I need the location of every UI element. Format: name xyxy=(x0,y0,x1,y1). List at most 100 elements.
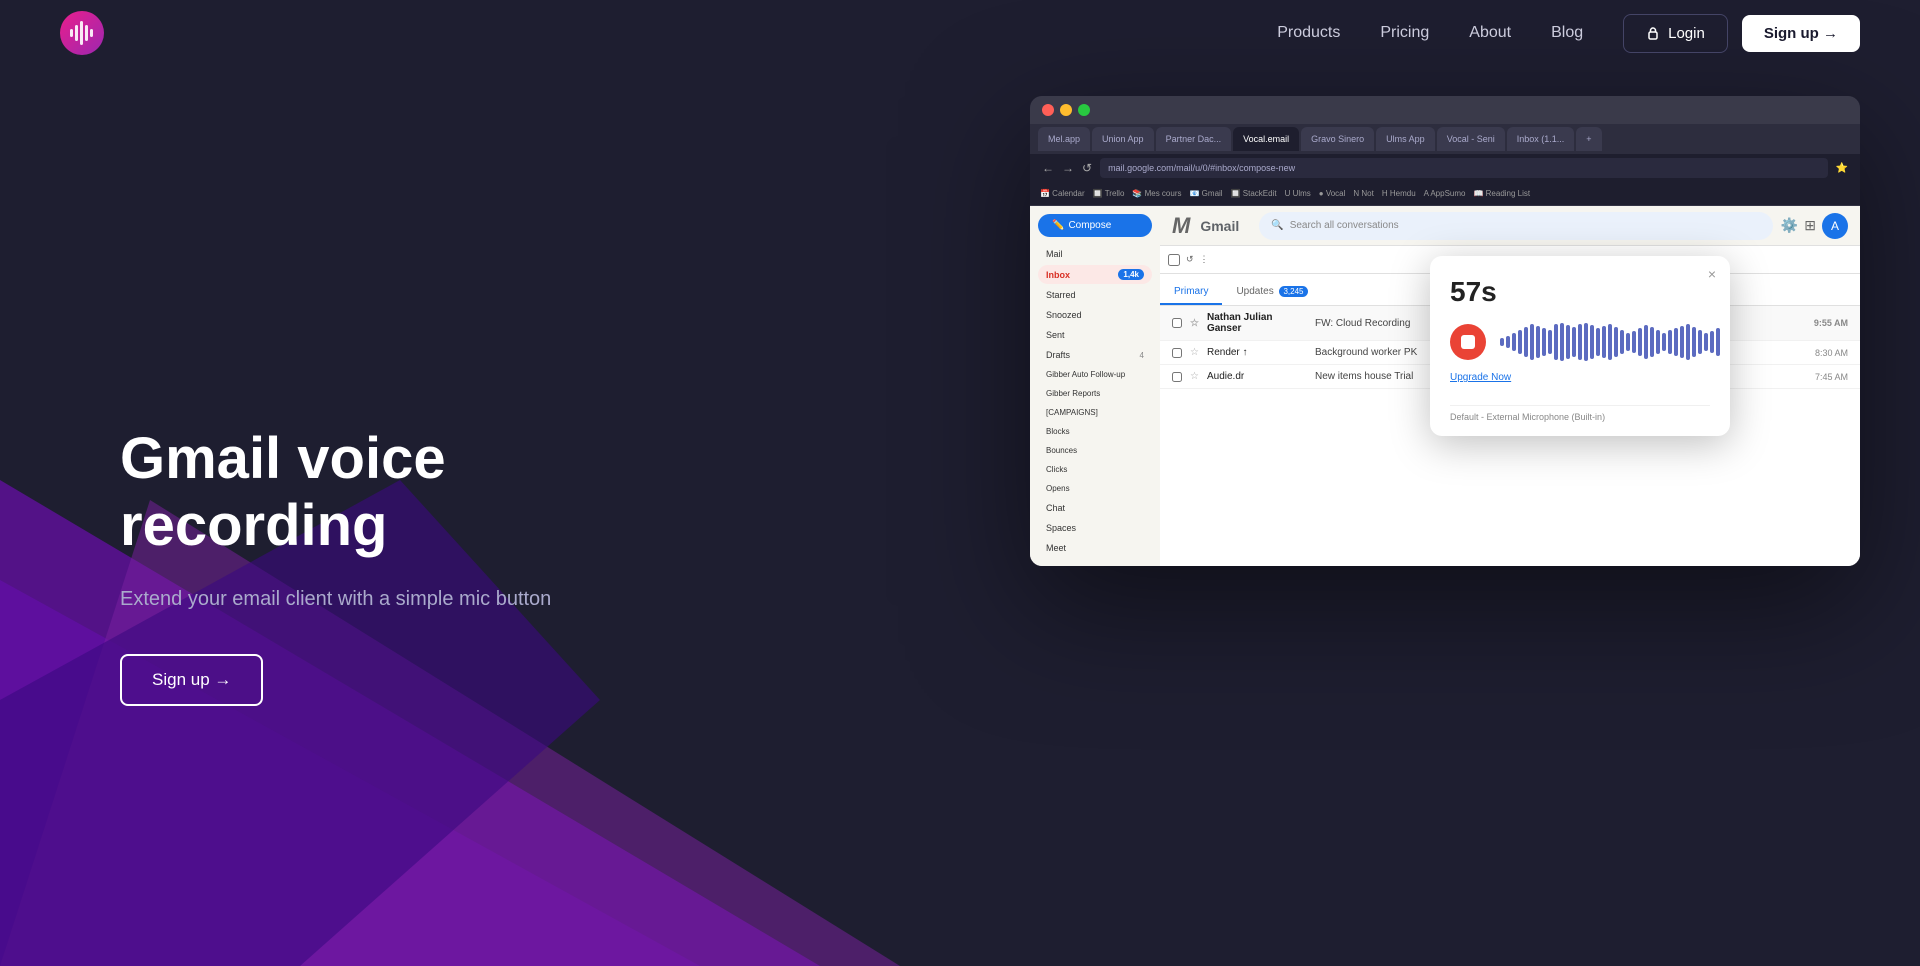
hero-content: Gmail voice recording Extend your email … xyxy=(120,386,640,705)
waveform-bar xyxy=(1602,326,1606,358)
gmail-compose-button[interactable]: ✏️ Compose xyxy=(1038,214,1152,237)
star-icon[interactable]: ☆ xyxy=(1190,347,1199,358)
browser-tab[interactable]: Mel.app xyxy=(1038,127,1090,151)
waveform-bar xyxy=(1566,325,1570,359)
bookmark[interactable]: U Ulms xyxy=(1285,189,1311,198)
gmail-nav-gibber-follow[interactable]: Gibber Auto Follow-up xyxy=(1038,366,1152,383)
browser-tab[interactable]: Vocal - Seni xyxy=(1437,127,1505,151)
bookmark[interactable]: 📧 Gmail xyxy=(1190,189,1223,198)
nav-links: Products Pricing About Blog xyxy=(1277,24,1583,42)
recording-overlay: × 57s Upgrade Now Default - External Mic… xyxy=(1430,256,1730,436)
waveform-bar xyxy=(1596,328,1600,356)
more-icon[interactable]: ⋮ xyxy=(1200,254,1209,265)
waveform-bar xyxy=(1560,323,1564,361)
search-icon: 🔍 xyxy=(1271,220,1283,231)
gmail-nav-blocks[interactable]: Blocks xyxy=(1038,423,1152,440)
gmail-tab-primary[interactable]: Primary xyxy=(1160,286,1222,305)
new-tab-button[interactable]: + xyxy=(1576,127,1601,151)
gmail-nav-snoozed[interactable]: Snoozed xyxy=(1038,306,1152,324)
upgrade-link[interactable]: Upgrade Now xyxy=(1450,372,1511,383)
gmail-nav-campaigns[interactable]: [CAMPAIGNS] xyxy=(1038,404,1152,421)
gmail-nav-meet[interactable]: Meet xyxy=(1038,539,1152,557)
star-icon[interactable]: ☆ xyxy=(1190,371,1199,382)
bookmark[interactable]: A AppSumo xyxy=(1424,189,1466,198)
grid-icon[interactable]: ⊞ xyxy=(1804,217,1816,234)
hero-section: Gmail voice recording Extend your email … xyxy=(0,66,1920,966)
browser-tab[interactable]: Union App xyxy=(1092,127,1154,151)
gmail-nav-spaces[interactable]: Spaces xyxy=(1038,519,1152,537)
hero-subtitle: Extend your email client with a simple m… xyxy=(120,584,640,614)
browser-tab[interactable]: Ulms App xyxy=(1376,127,1435,151)
bookmark[interactable]: 🔲 Trello xyxy=(1093,189,1125,198)
waveform-bar xyxy=(1662,333,1666,351)
bookmark[interactable]: 📅 Calendar xyxy=(1040,189,1085,198)
gmail-nav-mail[interactable]: Mail xyxy=(1038,245,1152,263)
gmail-name-label: Gmail xyxy=(1200,218,1239,234)
gmail-nav-sent[interactable]: Sent xyxy=(1038,326,1152,344)
waveform-bar xyxy=(1542,328,1546,356)
waveform-bar xyxy=(1638,328,1642,356)
email-checkbox[interactable] xyxy=(1172,372,1182,382)
waveform-bar xyxy=(1686,324,1690,360)
browser-tab-active[interactable]: Vocal.email xyxy=(1233,127,1299,151)
gmail-nav-gibber-reports[interactable]: Gibber Reports xyxy=(1038,385,1152,402)
hero-signup-button[interactable]: Sign up → xyxy=(120,654,263,706)
waveform-bar xyxy=(1704,333,1708,351)
gmail-search[interactable]: 🔍 Search all conversations xyxy=(1259,212,1773,240)
nav-link-products[interactable]: Products xyxy=(1277,24,1340,42)
email-checkbox[interactable] xyxy=(1172,318,1182,328)
gmail-nav-opens[interactable]: Opens xyxy=(1038,480,1152,497)
email-checkbox[interactable] xyxy=(1172,348,1182,358)
waveform-bar xyxy=(1584,323,1588,361)
waveform-bar xyxy=(1512,333,1516,351)
gmail-tab-updates[interactable]: Updates 3,245 xyxy=(1222,286,1321,305)
waveform-bar xyxy=(1632,331,1636,353)
login-button[interactable]: Login xyxy=(1623,14,1728,53)
star-icon[interactable]: ☆ xyxy=(1190,318,1199,329)
select-all-checkbox[interactable] xyxy=(1168,254,1180,266)
browser-tab[interactable]: Partner Dac... xyxy=(1156,127,1232,151)
audio-waveform xyxy=(1500,322,1720,362)
signup-button[interactable]: Sign up → xyxy=(1742,15,1860,52)
refresh-icon[interactable]: ↺ xyxy=(1186,254,1194,265)
nav-link-blog[interactable]: Blog xyxy=(1551,24,1583,42)
waveform-bar xyxy=(1506,336,1510,348)
waveform-bar xyxy=(1536,326,1540,358)
gmail-nav-clicks[interactable]: Clicks xyxy=(1038,461,1152,478)
bookmark[interactable]: 🔲 StackEdit xyxy=(1231,189,1277,198)
browser-tab[interactable]: Gravo Sinero xyxy=(1301,127,1374,151)
waveform-bar xyxy=(1608,324,1612,360)
gmail-nav-chat[interactable]: Chat xyxy=(1038,499,1152,517)
waveform-bar xyxy=(1518,330,1522,354)
waveform-bar xyxy=(1716,328,1720,356)
bookmark[interactable]: 📖 Reading List xyxy=(1473,189,1530,198)
gmail-nav-drafts[interactable]: Drafts 4 xyxy=(1038,346,1152,364)
waveform-bar xyxy=(1614,327,1618,357)
maximize-window-button[interactable] xyxy=(1078,104,1090,116)
browser-tab[interactable]: Inbox (1.1... xyxy=(1507,127,1575,151)
bookmark[interactable]: N Not xyxy=(1353,189,1373,198)
gmail-nav-bounces[interactable]: Bounces xyxy=(1038,442,1152,459)
bookmark[interactable]: H Hemdu xyxy=(1382,189,1416,198)
window-chrome xyxy=(1030,96,1860,124)
nav-link-about[interactable]: About xyxy=(1469,24,1511,42)
nav-link-pricing[interactable]: Pricing xyxy=(1380,24,1429,42)
recording-close-button[interactable]: × xyxy=(1708,266,1716,282)
recording-controls xyxy=(1450,322,1710,362)
waveform-bar xyxy=(1674,328,1678,356)
waveform-bar xyxy=(1590,325,1594,359)
gmail-header: M Gmail 🔍 Search all conversations ⚙️ ⊞ … xyxy=(1160,206,1860,246)
gmail-nav-inbox[interactable]: Inbox 1,4k xyxy=(1038,265,1152,284)
address-bar: ← → ↺ mail.google.com/mail/u/0/#inbox/co… xyxy=(1030,154,1860,182)
waveform-bar xyxy=(1626,333,1630,351)
avatar[interactable]: A xyxy=(1822,213,1848,239)
logo[interactable] xyxy=(60,11,104,55)
minimize-window-button[interactable] xyxy=(1060,104,1072,116)
bookmark[interactable]: ● Vocal xyxy=(1319,189,1346,198)
gmail-nav-starred[interactable]: Starred xyxy=(1038,286,1152,304)
url-bar[interactable]: mail.google.com/mail/u/0/#inbox/compose-… xyxy=(1100,158,1827,178)
stop-recording-button[interactable] xyxy=(1450,324,1486,360)
settings-icon[interactable]: ⚙️ xyxy=(1781,217,1798,234)
bookmark[interactable]: 📚 Mes cours xyxy=(1132,189,1181,198)
close-window-button[interactable] xyxy=(1042,104,1054,116)
